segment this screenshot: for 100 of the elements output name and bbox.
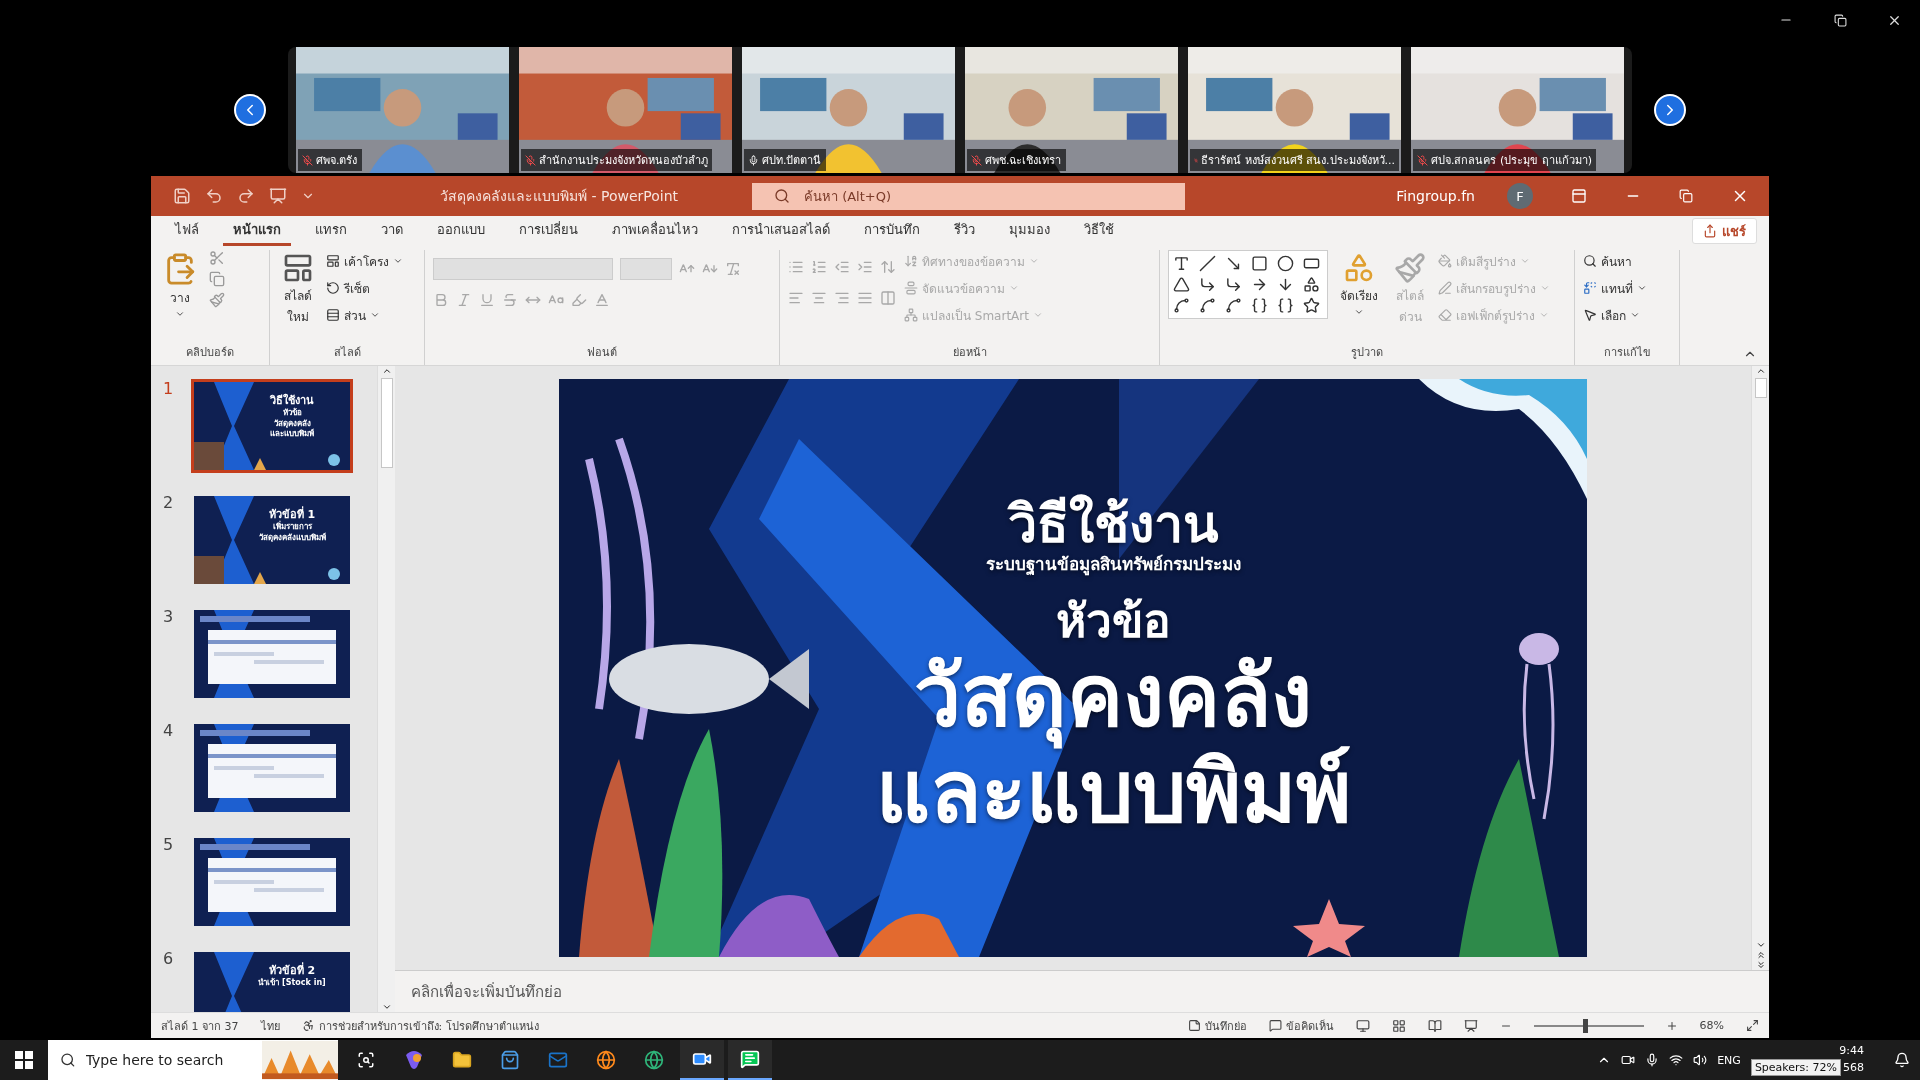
share-button[interactable]: แชร์ [1692, 218, 1757, 244]
shape-icon[interactable] [1251, 255, 1268, 272]
clock[interactable]: 9:44 [1839, 1044, 1864, 1057]
scrollbar[interactable] [1751, 366, 1769, 970]
reset-button[interactable]: รีเซ็ต [326, 277, 403, 299]
slide-number: 4 [163, 721, 175, 740]
scroll-down-icon [1755, 940, 1766, 950]
shape-icon[interactable] [1225, 276, 1242, 293]
comment-icon [1268, 1019, 1282, 1032]
participant-name: ธีรารัตน์ หงษ์สงวนศรี สนง.ประมงจังหวั... [1201, 153, 1395, 169]
layout-button[interactable]: เค้าโครง [326, 250, 403, 272]
ribbon-display-icon[interactable] [1571, 188, 1587, 204]
notes-field[interactable]: คลิกเพื่อจะเพิ่มบันทึกย่อ [395, 979, 1769, 1004]
slide-text: ระบบฐานข้อมูลสินทรัพย์กรมประมง [985, 555, 1241, 575]
slide-layout-icon [282, 252, 314, 284]
shape-icon[interactable] [1225, 297, 1242, 314]
ribbon-tab[interactable]: ออกแบบ [427, 216, 495, 246]
scrollbar[interactable] [377, 366, 395, 1012]
microphone-icon[interactable] [1645, 1053, 1660, 1067]
chat-app-button[interactable] [728, 1040, 772, 1080]
shape-icon[interactable] [1277, 255, 1294, 272]
user-avatar[interactable]: F [1507, 183, 1533, 209]
previous-button[interactable] [234, 94, 266, 126]
shape-icon[interactable] [1251, 297, 1268, 314]
redo-icon[interactable] [237, 187, 255, 205]
new-slide-button[interactable]: สไลด์ ใหม่ [278, 250, 318, 328]
ribbon-tab[interactable]: ไฟล์ [165, 216, 209, 246]
normal-view-icon[interactable] [1355, 1018, 1370, 1033]
comments-button[interactable]: ข้อคิดเห็น [1268, 1016, 1334, 1035]
save-icon[interactable] [173, 187, 191, 205]
previous-slide-icon [1755, 950, 1766, 960]
participant-name: สำนักงานประมงจังหวัดหนองบัวลำภู [539, 153, 708, 169]
shape-icon[interactable] [1277, 276, 1294, 293]
section-button[interactable]: ส่วน [326, 304, 403, 326]
replace-button[interactable]: แทนที่ [1583, 277, 1671, 299]
reading-view-icon[interactable] [1427, 1018, 1442, 1033]
presentation-icon[interactable] [269, 187, 287, 205]
camera-icon[interactable] [1621, 1053, 1636, 1067]
slide-show-icon[interactable] [1463, 1018, 1478, 1033]
restore-icon [1833, 13, 1847, 27]
slide-thumbnail[interactable]: หัวข้อที่ 2 นำเข้า [Stock in] [191, 949, 353, 1012]
shape-icon[interactable] [1199, 255, 1216, 272]
input-language[interactable]: ENG [1717, 1053, 1741, 1067]
text-direction-icon [904, 254, 918, 268]
slide-sorter-icon[interactable] [1391, 1018, 1406, 1033]
date-text[interactable]: 568 [1843, 1061, 1864, 1074]
shape-icon[interactable] [1199, 297, 1216, 314]
shape-icon[interactable] [1173, 276, 1190, 293]
shape-icon[interactable] [1225, 255, 1242, 272]
thumbnail-text: นำเข้า [Stock in] [258, 978, 326, 989]
shapes-gallery[interactable] [1168, 250, 1328, 319]
shape-icon[interactable] [1251, 276, 1268, 293]
ribbon-tab[interactable]: การนำเสนอสไลด์ [722, 216, 840, 246]
wifi-icon[interactable] [1669, 1053, 1684, 1067]
shape-icon[interactable] [1199, 276, 1216, 293]
scroll-thumb[interactable] [380, 378, 393, 468]
slide-counter: สไลด์ 1 จาก 37 [161, 1018, 239, 1035]
arrange-button[interactable]: จัดเรียง [1336, 250, 1382, 319]
paste-button[interactable]: วาง [159, 250, 201, 321]
notes-button[interactable]: บันทึกย่อ [1187, 1016, 1247, 1035]
slide-thumbnail[interactable]: หัวข้อที่ 1 เพิ่มรายการ วัสดุคงคลังแบบพิมพ์ [191, 493, 353, 587]
tooltip: Speakers: 72% [1750, 1059, 1841, 1076]
caret-icon [1540, 283, 1550, 293]
caret-icon [1354, 307, 1364, 317]
select-button[interactable]: เลือก [1583, 304, 1671, 326]
ribbon-tab[interactable]: แทรก [305, 216, 357, 246]
shape-icon[interactable] [1173, 297, 1190, 314]
scroll-thumb[interactable] [1754, 378, 1767, 398]
speaker-icon[interactable] [1693, 1053, 1708, 1067]
undo-icon[interactable] [205, 187, 223, 205]
search-field[interactable]: ค้นหา (Alt+Q) [752, 182, 1185, 210]
shape-icon[interactable] [1277, 297, 1294, 314]
language-label: ไทย [260, 1018, 280, 1035]
font-color-icon[interactable] [594, 292, 610, 308]
taskbar-search-field[interactable]: Type here to search [48, 1040, 338, 1080]
video-call-button[interactable] [680, 1040, 724, 1080]
shape-icon[interactable] [1173, 255, 1190, 272]
accessibility-button[interactable]: การช่วยสำหรับการเข้าถึง: โปรดศึกษาตำแหน่ง [301, 1016, 539, 1035]
fit-to-window-icon[interactable] [1746, 1019, 1759, 1032]
thumbnail-text: วิธีใช้งาน [270, 394, 314, 408]
search-icon [774, 188, 790, 204]
ribbon-tab[interactable]: ภาพเคลื่อนไหว [602, 216, 708, 246]
restore-icon[interactable] [1679, 189, 1693, 203]
ribbon-tab[interactable]: การเปลี่ยน [509, 216, 588, 246]
ribbon-tab[interactable]: วิธีใช้ [1074, 216, 1124, 246]
slide-thumbnail[interactable]: วิธีใช้งาน หัวข้อ วัสดุคงคลัง และแบบพิมพ์ [191, 379, 353, 473]
notifications-icon[interactable] [1894, 1052, 1910, 1068]
shape-icon[interactable] [1303, 276, 1320, 293]
zoom-in-icon[interactable] [1665, 1019, 1678, 1032]
paint-bucket-icon [1438, 254, 1452, 268]
font-size-field[interactable] [620, 258, 672, 280]
slide-text: วิธีใช้งาน [1007, 495, 1219, 555]
ribbon-tab[interactable]: วาด [371, 216, 413, 246]
ribbon-tab[interactable]: มุมมอง [999, 216, 1060, 246]
shape-icon[interactable] [1303, 297, 1320, 314]
find-button[interactable]: ค้นหา [1583, 250, 1671, 272]
ribbon-tab[interactable]: รีวิว [944, 216, 985, 246]
ribbon-tab[interactable]: การบันทึก [854, 216, 930, 246]
zoom-slider-thumb[interactable] [1583, 1018, 1589, 1033]
next-button[interactable] [1654, 94, 1686, 126]
